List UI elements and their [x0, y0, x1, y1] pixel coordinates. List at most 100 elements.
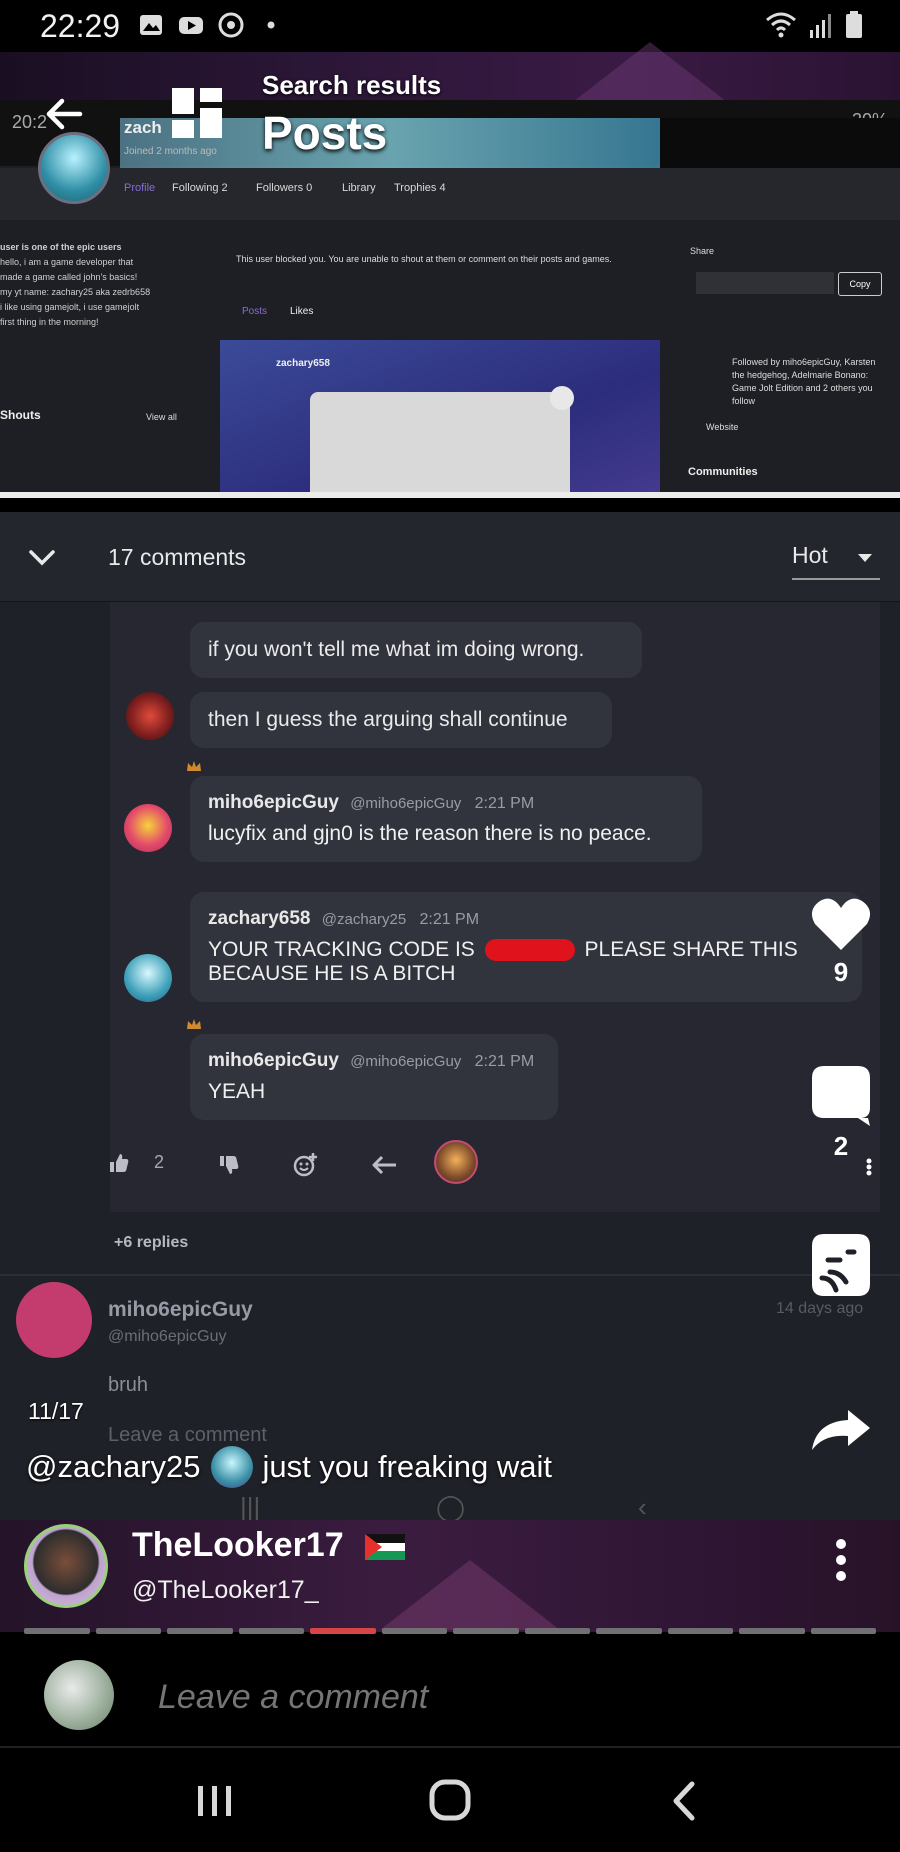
more-options-icon[interactable] [832, 1538, 850, 1582]
reply-text-part: YOUR TRACKING CODE IS [208, 938, 475, 961]
comments-panel: 17 comments Hot if you won't tell me wha… [0, 512, 900, 1542]
comments-header: 17 comments Hot [0, 512, 900, 602]
back-arrow-icon[interactable] [40, 90, 88, 138]
mention-avatar [210, 1446, 253, 1488]
reply-handle: @miho6epicGuy [350, 1053, 462, 1070]
bio-line: i like using gamejolt, i use gamejolt [0, 302, 140, 312]
posts-tab: Posts [242, 306, 268, 317]
reply-bubble: then I guess the arguing shall continue [190, 692, 612, 748]
thumbs-up-icon[interactable] [108, 1152, 130, 1174]
bio-line: my yt name: zachary25 aka zedrb658 [0, 287, 151, 297]
bio-line: first thing in the morning! [0, 317, 99, 327]
post-image[interactable]: 20:2 30% zach Joined 2 months ago Profil… [0, 100, 900, 498]
reply-username[interactable]: zachary658 [208, 908, 310, 929]
shouts-label: Shouts [0, 408, 41, 422]
post-grid-icon[interactable] [170, 86, 226, 142]
comment-divider [0, 1274, 900, 1276]
comments-count: 17 comments [108, 544, 247, 570]
profile-joined: Joined 2 months ago [124, 146, 217, 157]
status-bar: 22:29 [0, 0, 900, 52]
home-icon[interactable] [420, 1778, 480, 1824]
crown-icon [187, 1019, 201, 1029]
comment-username[interactable]: miho6epicGuy [108, 1298, 253, 1322]
likes-tab: Likes [290, 306, 314, 317]
more-notifications-icon [267, 21, 275, 29]
blocked-notice: This user blocked you. You are unable to… [236, 254, 612, 264]
author-avatar[interactable] [24, 1524, 108, 1608]
post-dot [550, 386, 574, 410]
profile-tab: Following 2 [172, 182, 228, 194]
profile-name: zach [124, 118, 162, 137]
comment-date: 14 days ago [776, 1300, 864, 1317]
reactor-avatar[interactable] [434, 1140, 478, 1184]
wifi-icon [766, 12, 796, 38]
recents-icon[interactable] [184, 1778, 244, 1824]
profile-tab: Followers 0 [256, 182, 313, 194]
chevron-down-icon[interactable] [26, 542, 58, 574]
profile-bio: user is one of the epic users hello, i a… [0, 240, 200, 330]
profile-tab: Library [342, 182, 376, 194]
avatar[interactable] [126, 692, 174, 740]
author-handle[interactable]: @TheLooker17_ [132, 1576, 319, 1605]
heart-icon[interactable] [810, 896, 872, 952]
comment-bubble-icon[interactable] [810, 1064, 872, 1126]
embedded-comment-input: Leave a comment [108, 1424, 267, 1446]
reply-meta: miho6epicGuy @miho6epicGuy 2:21 PM [208, 1050, 540, 1072]
embedded-home-icon: ◯ [436, 1492, 466, 1522]
comment-count-display: 2 [833, 1131, 849, 1161]
avatar[interactable] [16, 1282, 92, 1358]
reply-meta: zachary658 @zachary25 2:21 PM [208, 908, 844, 930]
reply-time: 2:21 PM [419, 911, 480, 928]
sort-select[interactable]: Hot [792, 542, 828, 569]
sort-caret-icon[interactable] [858, 554, 872, 562]
reply-text: YOUR TRACKING CODE IS PLEASE SHARE THIS … [208, 938, 844, 986]
reply-time: 2:21 PM [474, 1053, 535, 1070]
like-action[interactable]: 9 [810, 896, 872, 988]
embedded-post-author: zachary658 [276, 358, 330, 369]
reply-meta: miho6epicGuy @miho6epicGuy 2:21 PM [208, 792, 684, 814]
profile-tabs-bar [0, 168, 900, 220]
share-arrow-icon[interactable] [810, 1408, 872, 1452]
comment-input[interactable] [158, 1672, 838, 1722]
bio-line: user is one of the epic users [0, 242, 122, 252]
reply-bubble: miho6epicGuy @miho6epicGuy 2:21 PM YEAH [190, 1034, 558, 1120]
decor-triangle [380, 1560, 560, 1630]
remix-icon[interactable] [810, 1232, 872, 1298]
thumbs-down-icon[interactable] [218, 1154, 240, 1176]
add-reaction-icon[interactable] [292, 1152, 318, 1178]
signal-icon [810, 14, 831, 38]
view-replies-link[interactable]: +6 replies [114, 1234, 188, 1252]
more-small-icon[interactable] [864, 1158, 874, 1176]
share-label: Share [690, 246, 715, 256]
view-all-link: View all [146, 412, 177, 422]
avatar[interactable] [124, 804, 172, 852]
communities-label: Communities [688, 466, 758, 478]
reply-username[interactable]: miho6epicGuy [208, 792, 339, 813]
back-icon[interactable] [656, 1778, 716, 1824]
status-right [764, 10, 864, 40]
bio-line: hello, i am a game developer that [0, 257, 134, 267]
caption-mention[interactable]: @zachary25 [26, 1449, 201, 1485]
reply-username[interactable]: miho6epicGuy [208, 1050, 339, 1071]
reply-thread: if you won't tell me what im doing wrong… [110, 602, 880, 1212]
notification-icons [138, 12, 284, 38]
palestine-flag-icon [365, 1534, 406, 1561]
embedded-back-icon: ‹ [638, 1492, 647, 1522]
author-name-row[interactable]: TheLooker17 [132, 1526, 406, 1565]
reply-icon[interactable] [372, 1154, 398, 1176]
reply-handle: @zachary25 [321, 911, 407, 928]
reply-text-part: PLEASE SHARE THIS [584, 938, 798, 961]
post-counter: 11/17 [28, 1398, 84, 1424]
profile-avatar [38, 132, 110, 204]
avatar[interactable] [124, 954, 172, 1002]
gallery-icon [140, 15, 162, 35]
post-card [310, 392, 570, 492]
status-time: 22:29 [40, 8, 121, 44]
profile-tab: Profile [124, 182, 156, 194]
author-name[interactable]: TheLooker17 [132, 1526, 344, 1564]
reply-text: lucyfix and gjn0 is the reason there is … [208, 822, 652, 845]
youtube-icon [179, 17, 203, 34]
reply-handle: @miho6epicGuy [350, 795, 462, 812]
reply-time: 2:21 PM [474, 795, 535, 812]
comment-action[interactable]: 2 [810, 1064, 872, 1162]
